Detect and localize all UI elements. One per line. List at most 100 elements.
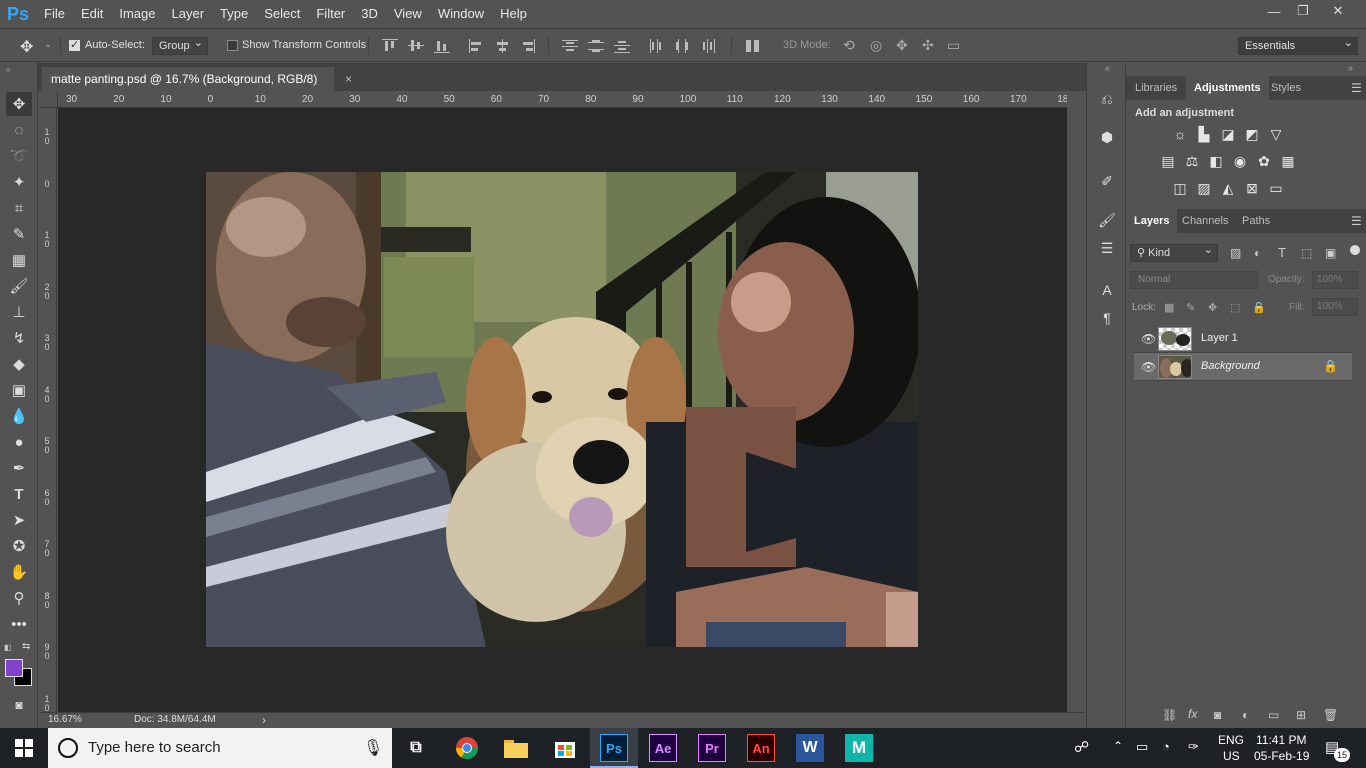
hue-saturation-icon[interactable]: ▤ — [1159, 153, 1177, 169]
distribute-right-icon[interactable] — [701, 39, 717, 53]
align-top-icon[interactable] — [382, 39, 398, 53]
animate-taskbar-icon[interactable]: An — [747, 734, 775, 762]
align-hcenter-icon[interactable] — [495, 39, 511, 53]
pen-workspace-icon[interactable]: ✑ — [1188, 739, 1199, 755]
photo-filter-icon[interactable]: ◉ — [1231, 153, 1249, 169]
layer-name[interactable]: Background — [1201, 360, 1260, 372]
history-panel-icon[interactable]: ⎌ — [1097, 88, 1117, 110]
brushes-panel-icon[interactable]: 🖌 — [1097, 209, 1117, 231]
lock-image-icon[interactable]: ✎ — [1186, 301, 1195, 314]
filter-toggle-icon[interactable] — [1350, 245, 1360, 255]
curves-icon[interactable]: ◪ — [1219, 126, 1237, 142]
levels-icon[interactable]: ▙ — [1195, 126, 1213, 142]
language-top[interactable]: ENG — [1218, 733, 1244, 747]
close-window-button[interactable]: ✕ — [1322, 0, 1354, 22]
layer-row-layer1[interactable]: 👁 Layer 1 — [1134, 325, 1352, 353]
shape-tool-icon[interactable]: ✪ — [6, 534, 32, 558]
magic-wand-tool-icon[interactable]: ✦ — [6, 170, 32, 194]
align-vcenter-icon[interactable] — [408, 39, 424, 53]
chrome-icon[interactable] — [453, 734, 481, 762]
vertical-ruler[interactable]: 1 0 0 1 0 2 0 3 0 4 0 5 0 6 0 7 0 8 0 9 0 1 0 — [40, 108, 57, 712]
add-mask-icon[interactable]: ◙ — [1214, 708, 1221, 722]
premiere-taskbar-icon[interactable]: Pr — [698, 734, 726, 762]
link-layers-icon[interactable]: ⛓ — [1162, 708, 1177, 722]
task-view-icon[interactable]: ⧉ — [402, 734, 430, 762]
move-tool-preset-icon[interactable]: ✥ — [20, 37, 40, 56]
filter-pixel-icon[interactable]: ▨ — [1230, 246, 1241, 260]
default-colors-icon[interactable]: ◧ — [4, 643, 14, 653]
minimize-button[interactable]: — — [1258, 0, 1290, 22]
distribute-hcenter-icon[interactable] — [675, 39, 691, 53]
menu-layer[interactable]: Layer — [164, 0, 213, 28]
align-left-icon[interactable] — [469, 39, 485, 53]
tab-channels[interactable]: Channels — [1182, 209, 1228, 233]
layer-style-icon[interactable]: fx — [1188, 707, 1197, 721]
close-document-icon[interactable]: × — [345, 67, 352, 91]
new-adjustment-layer-icon[interactable]: ◐ — [1242, 708, 1249, 722]
3d-roll-icon[interactable]: ◎ — [870, 37, 882, 54]
eyedropper-tool-icon[interactable]: ✎ — [6, 222, 32, 246]
selective-color-icon[interactable]: ⊠ — [1243, 180, 1261, 196]
foreground-color-swatch[interactable] — [5, 659, 23, 677]
3d-orbit-icon[interactable]: ⟲ — [843, 37, 855, 54]
history-brush-tool-icon[interactable]: ↯ — [6, 326, 32, 350]
healing-brush-tool-icon[interactable]: ▦ — [6, 248, 32, 272]
3d-slide-icon[interactable]: ✣ — [922, 37, 934, 54]
auto-align-icon[interactable] — [745, 39, 761, 53]
visibility-eye-icon[interactable]: 👁 — [1141, 360, 1156, 374]
start-button[interactable] — [0, 728, 48, 768]
show-hidden-icons[interactable]: ⌃ — [1113, 739, 1123, 753]
layer-row-background[interactable]: 👁 Background 🔒 — [1134, 353, 1352, 381]
type-tool-icon[interactable]: T — [6, 482, 32, 506]
3d-panel-icon[interactable]: ⬢ — [1097, 126, 1117, 148]
black-white-icon[interactable]: ◧ — [1207, 153, 1225, 169]
gradient-tool-icon[interactable]: ▣ — [6, 378, 32, 402]
align-right-icon[interactable] — [520, 39, 536, 53]
clock-date[interactable]: 05-Feb-19 — [1254, 749, 1309, 763]
threshold-icon[interactable]: ◭ — [1219, 180, 1237, 196]
layer-filter-kind-dropdown[interactable]: ⚲ Kind ⌄ — [1130, 244, 1218, 262]
preset-dropdown-icon[interactable]: ⌄ — [44, 39, 52, 50]
document-image[interactable] — [206, 172, 918, 647]
collapse-dock-icon[interactable]: » — [1348, 63, 1353, 73]
workspace-dropdown[interactable]: Essentials — [1238, 35, 1358, 55]
zoom-level[interactable]: 16.67% — [48, 714, 82, 725]
new-group-icon[interactable]: ▭ — [1268, 708, 1279, 722]
color-balance-icon[interactable]: ⚖ — [1183, 153, 1201, 169]
canvas-area[interactable] — [58, 108, 1067, 712]
menu-window[interactable]: Window — [430, 0, 492, 28]
zoom-tool-icon[interactable]: ⚲ — [6, 586, 32, 610]
menu-file[interactable]: File — [36, 0, 73, 28]
dodge-tool-icon[interactable]: ● — [6, 430, 32, 454]
invert-icon[interactable]: ◫ — [1171, 180, 1189, 196]
3d-scale-icon[interactable]: ▭ — [947, 37, 960, 54]
channel-mixer-icon[interactable]: ✿ — [1255, 153, 1273, 169]
menu-type[interactable]: Type — [212, 0, 256, 28]
color-lookup-icon[interactable]: ▦ — [1279, 153, 1297, 169]
restore-button[interactable]: ❐ — [1287, 0, 1319, 22]
status-menu-arrow[interactable]: › — [262, 713, 266, 727]
brightness-contrast-icon[interactable]: ☼ — [1171, 126, 1189, 142]
new-layer-icon[interactable]: ⊞ — [1296, 708, 1306, 722]
clock-time[interactable]: 11:41 PM — [1256, 733, 1306, 747]
menu-edit[interactable]: Edit — [73, 0, 111, 28]
filter-shape-icon[interactable]: ⬚ — [1301, 246, 1312, 260]
filter-type-icon[interactable]: T — [1278, 245, 1286, 260]
hand-tool-icon[interactable]: ✋ — [6, 560, 32, 584]
maya-taskbar-icon[interactable]: M — [845, 734, 873, 762]
distribute-bottom-icon[interactable] — [614, 39, 630, 53]
filter-smart-object-icon[interactable]: ▣ — [1325, 246, 1336, 260]
after-effects-taskbar-icon[interactable]: Ae — [649, 734, 677, 762]
lock-artboard-icon[interactable]: ⬚ — [1230, 301, 1240, 314]
character-panel-icon[interactable]: A — [1097, 279, 1117, 301]
distribute-vcenter-icon[interactable] — [588, 39, 604, 53]
exposure-icon[interactable]: ◩ — [1243, 126, 1261, 142]
file-explorer-icon[interactable] — [502, 734, 530, 762]
collapse-toolbar-icon[interactable]: » — [6, 65, 10, 74]
auto-select-checkbox[interactable] — [69, 38, 80, 51]
horizontal-ruler[interactable]: 30 20 10 0 10 20 30 40 50 60 70 80 90 100 110 120 130 140… — [58, 92, 1068, 108]
crop-tool-icon[interactable]: ⌗ — [6, 196, 32, 220]
menu-3d[interactable]: 3D — [353, 0, 386, 28]
layers-panel-menu-icon[interactable]: ☰ — [1351, 214, 1362, 228]
move-tool-icon[interactable]: ✥ — [6, 92, 32, 116]
